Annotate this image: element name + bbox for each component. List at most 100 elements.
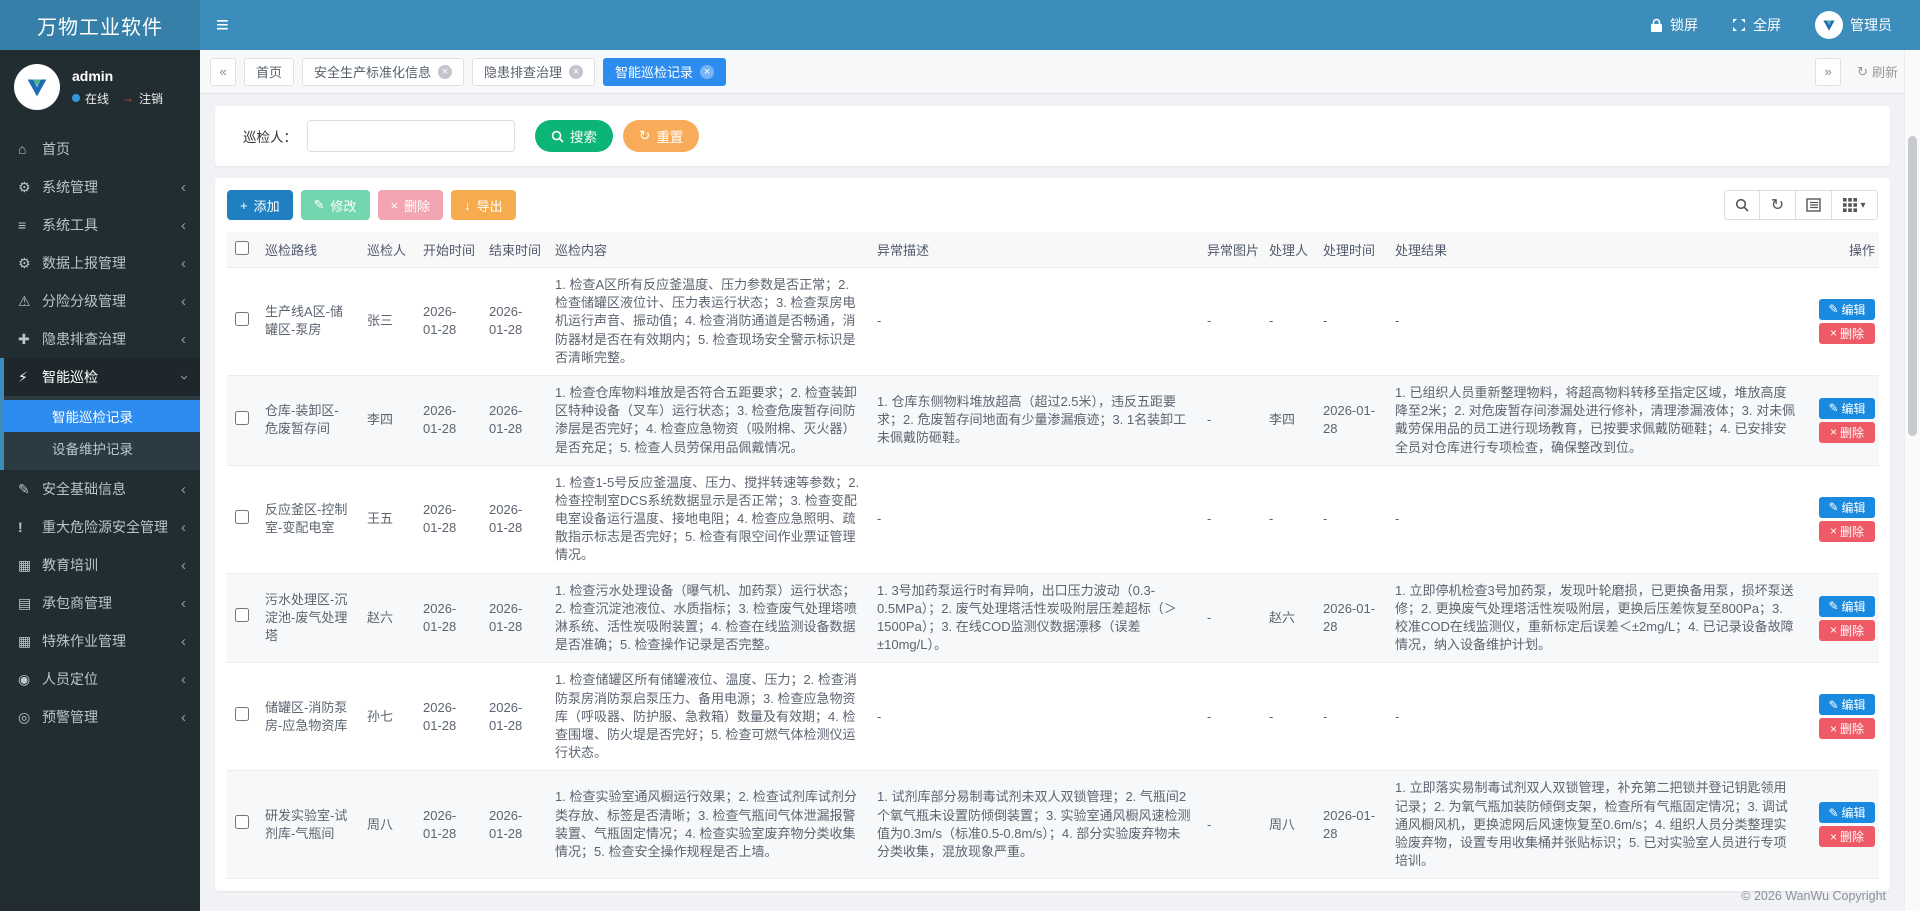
table-row: 生产线A区-储罐区-泵房 张三 2026-01-28 2026-01-28 1.…	[227, 268, 1879, 376]
tab-hazard-inspection[interactable]: 隐患排查治理 ×	[472, 58, 595, 86]
sidebar-item-special-operations[interactable]: ▦ 特殊作业管理 ‹	[0, 622, 200, 660]
tab-safety-standardization[interactable]: 安全生产标准化信息 ×	[302, 58, 464, 86]
cross-icon: ×	[1830, 722, 1837, 736]
sidebar-item-data-report[interactable]: ⚙ 数据上报管理 ‹	[0, 244, 200, 282]
table-view-button[interactable]	[1796, 190, 1832, 220]
edit-row-button[interactable]: ✎编辑	[1819, 398, 1875, 419]
close-icon[interactable]: ×	[700, 65, 714, 79]
tab-home[interactable]: 首页	[244, 58, 294, 86]
chevron-left-icon: ‹	[181, 255, 186, 272]
row-checkbox[interactable]	[235, 707, 249, 721]
patrol-person-input[interactable]	[307, 120, 515, 152]
tabs-scroll-right-button[interactable]: »	[1815, 58, 1841, 86]
delete-row-button[interactable]: ×删除	[1819, 323, 1875, 344]
sidebar-group-smart-patrol: ⚡ 智能巡检 ‹ 智能巡检记录 设备维护记录	[0, 358, 200, 470]
row-checkbox[interactable]	[235, 510, 249, 524]
table-search-button[interactable]	[1724, 190, 1760, 220]
search-panel: 巡检人： 搜索 ↻ 重置	[215, 106, 1890, 166]
sidebar-item-home[interactable]: ⌂ 首页	[0, 130, 200, 168]
sidebar: admin 在线 → 注销 ⌂ 首页 ⚙ 系统管理 ‹ ≡ 系统工具 ‹ ⚙ 数…	[0, 50, 200, 911]
navbar-right: 锁屏 全屏 管理员	[1650, 11, 1920, 39]
sidebar-item-safety-basics[interactable]: ✎ 安全基础信息 ‹	[0, 470, 200, 508]
lock-icon	[1650, 18, 1663, 33]
sidebar-user-panel: admin 在线 → 注销	[0, 50, 200, 126]
reset-icon: ↻	[639, 128, 650, 144]
reset-button[interactable]: ↻ 重置	[623, 120, 699, 152]
chevron-left-icon: ‹	[181, 293, 186, 310]
sidebar-item-device-maintenance[interactable]: 设备维护记录	[4, 432, 200, 464]
sidebar-item-risk-grading[interactable]: ⚠ 分险分级管理 ‹	[0, 282, 200, 320]
table-row: 研发实验室-试剂库-气瓶间 周八 2026-01-28 2026-01-28 1…	[227, 771, 1879, 879]
cross-icon: ×	[1830, 623, 1837, 637]
logout-link[interactable]: 注销	[139, 90, 163, 107]
refresh-page-button[interactable]: ↻ 刷新	[1857, 62, 1898, 81]
row-checkbox[interactable]	[235, 312, 249, 326]
select-all-checkbox[interactable]	[235, 241, 249, 255]
delete-row-button[interactable]: ×删除	[1819, 826, 1875, 847]
tabs-scroll-left-button[interactable]: «	[210, 58, 236, 86]
fullscreen-icon	[1732, 18, 1746, 32]
search-icon	[1735, 198, 1749, 212]
user-menu[interactable]: 管理员	[1815, 11, 1892, 39]
sidebar-item-warning-mgmt[interactable]: ◎ 预警管理 ‹	[0, 698, 200, 736]
edit-row-button[interactable]: ✎编辑	[1819, 299, 1875, 320]
row-checkbox[interactable]	[235, 608, 249, 622]
scrollbar-thumb[interactable]	[1908, 136, 1917, 436]
sidebar-item-contractor-mgmt[interactable]: ▤ 承包商管理 ‹	[0, 584, 200, 622]
table-row: 仓库-装卸区-危废暂存间 李四 2026-01-28 2026-01-28 1.…	[227, 375, 1879, 465]
navbar-body: ≡ 锁屏 全屏 管理员	[200, 0, 1920, 50]
tab-bar-right: » ↻ 刷新	[1815, 58, 1898, 86]
edit-row-button[interactable]: ✎编辑	[1819, 596, 1875, 617]
edit-row-button[interactable]: ✎编辑	[1819, 694, 1875, 715]
top-navbar: 万物工业软件 ≡ 锁屏 全屏 管理员	[0, 0, 1920, 50]
add-button[interactable]: + 添加	[227, 190, 293, 220]
table-tools: ↻ ▾	[1724, 190, 1878, 220]
export-button[interactable]: ↓ 导出	[451, 190, 516, 220]
edit-icon: ✎	[1828, 401, 1838, 415]
sidebar-item-major-hazard[interactable]: ! 重大危险源安全管理 ‹	[0, 508, 200, 546]
close-icon[interactable]: ×	[438, 65, 452, 79]
search-field-label: 巡检人：	[243, 126, 297, 146]
modify-button[interactable]: ✎ 修改	[301, 190, 370, 220]
sidebar-item-personnel-location[interactable]: ◉ 人员定位 ‹	[0, 660, 200, 698]
table-refresh-button[interactable]: ↻	[1760, 190, 1796, 220]
sidebar-toggle-icon[interactable]: ≡	[200, 0, 245, 50]
cross-icon: ×	[391, 198, 399, 213]
lock-screen-button[interactable]: 锁屏	[1650, 15, 1698, 35]
delete-row-button[interactable]: ×删除	[1819, 718, 1875, 739]
row-checkbox[interactable]	[235, 815, 249, 829]
delete-row-button[interactable]: ×删除	[1819, 521, 1875, 542]
app-brand[interactable]: 万物工业软件	[0, 0, 200, 50]
online-status-label: 在线	[85, 90, 109, 107]
first-aid-icon: ✚	[18, 331, 42, 348]
tab-patrol-records[interactable]: 智能巡检记录 ×	[603, 58, 726, 86]
chevron-left-icon: ‹	[181, 595, 186, 612]
close-icon[interactable]: ×	[569, 65, 583, 79]
cross-icon: ×	[1830, 326, 1837, 340]
download-icon: ↓	[464, 198, 471, 213]
edit-row-button[interactable]: ✎编辑	[1819, 802, 1875, 823]
sidebar-item-system-mgmt[interactable]: ⚙ 系统管理 ‹	[0, 168, 200, 206]
refresh-icon: ↻	[1857, 64, 1868, 80]
fullscreen-button[interactable]: 全屏	[1732, 15, 1781, 35]
edit-row-button[interactable]: ✎编辑	[1819, 497, 1875, 518]
edit-icon: ✎	[1828, 698, 1838, 712]
scrollbar[interactable]	[1904, 50, 1920, 911]
sidebar-item-patrol-records[interactable]: 智能巡检记录	[4, 400, 200, 432]
edit-icon: ✎	[1828, 302, 1838, 316]
sidebar-item-education-training[interactable]: ▦ 教育培训 ‹	[0, 546, 200, 584]
sidebar-item-hazard-inspection[interactable]: ✚ 隐患排查治理 ‹	[0, 320, 200, 358]
row-checkbox[interactable]	[235, 411, 249, 425]
sidebar-menu: ⌂ 首页 ⚙ 系统管理 ‹ ≡ 系统工具 ‹ ⚙ 数据上报管理 ‹ ⚠ 分险分级…	[0, 130, 200, 736]
sidebar-item-smart-patrol[interactable]: ⚡ 智能巡检 ‹	[4, 358, 200, 396]
search-button[interactable]: 搜索	[535, 120, 613, 152]
table-panel: + 添加 ✎ 修改 × 删除 ↓ 导出 ↻	[215, 178, 1890, 891]
delete-row-button[interactable]: ×删除	[1819, 422, 1875, 443]
delete-row-button[interactable]: ×删除	[1819, 620, 1875, 641]
sidebar-avatar	[14, 64, 60, 110]
delete-button[interactable]: × 删除	[378, 190, 444, 220]
location-icon: ◉	[18, 671, 42, 688]
columns-dropdown-button[interactable]: ▾	[1832, 190, 1878, 220]
sidebar-user-info: admin 在线 → 注销	[72, 68, 163, 107]
sidebar-item-system-tools[interactable]: ≡ 系统工具 ‹	[0, 206, 200, 244]
